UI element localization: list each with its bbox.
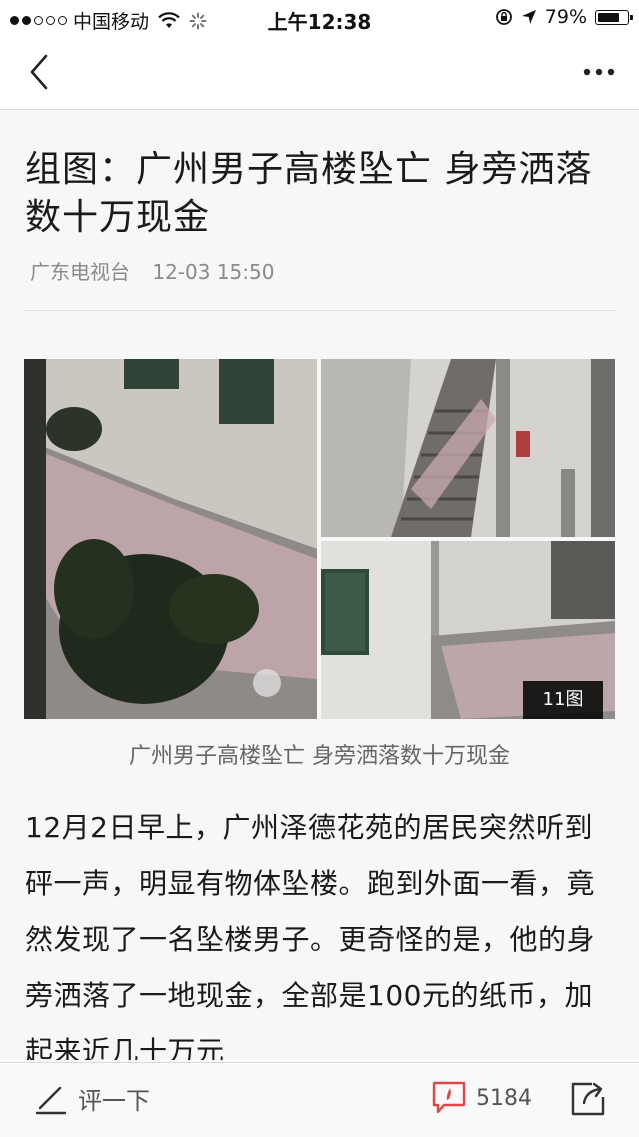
gallery-photo-stairs[interactable] <box>321 359 615 537</box>
more-dots-icon <box>583 68 615 76</box>
article-datetime: 12-03 15:50 <box>152 260 275 284</box>
more-button[interactable] <box>577 52 621 92</box>
back-button[interactable] <box>22 50 62 94</box>
battery-percent: 79% <box>544 6 587 28</box>
write-comment-button[interactable]: 评一下 <box>34 1081 150 1116</box>
battery-fill <box>598 12 620 22</box>
photo-gallery[interactable]: 11图 <box>24 359 615 719</box>
article-source[interactable]: 广东电视台 <box>30 260 130 284</box>
chevron-left-icon <box>30 54 48 90</box>
pencil-icon <box>35 1086 67 1114</box>
location-icon <box>521 10 536 24</box>
comment-count: 5184 <box>476 1085 532 1111</box>
photo-caption: 广州男子高楼坠亡 身旁洒落数十万现金 <box>129 744 510 769</box>
status-bar: 中国移动 上午12:38 79% <box>0 0 639 36</box>
write-comment-label: 评一下 <box>78 1087 150 1115</box>
article-title: 组图：广州男子高楼坠亡 身旁洒落数十万现金 <box>25 149 593 238</box>
article-meta: 广东电视台 12-03 15:50 <box>30 256 290 285</box>
nav-bar <box>0 36 639 110</box>
bottom-action-bar: 评一下 5184 <box>0 1062 639 1137</box>
divider <box>25 310 615 311</box>
share-icon <box>571 1082 605 1116</box>
article-content: 组图：广州男子高楼坠亡 身旁洒落数十万现金 广东电视台 12-03 15:50 <box>0 110 639 1060</box>
gallery-photo-courtyard[interactable] <box>24 359 317 719</box>
rotation-lock-icon <box>495 9 512 25</box>
battery-icon <box>595 9 633 25</box>
share-button[interactable] <box>568 1079 608 1119</box>
photo-count-badge[interactable]: 11图 <box>523 681 603 719</box>
comment-bubble-icon <box>432 1081 466 1114</box>
status-right: 79% <box>495 6 633 28</box>
article-body: 12月2日早上，广州泽德花苑的居民突然听到砰一声，明显有物体坠楼。跑到外面一看，… <box>25 811 596 1060</box>
comments-button[interactable]: 5184 <box>430 1079 532 1117</box>
